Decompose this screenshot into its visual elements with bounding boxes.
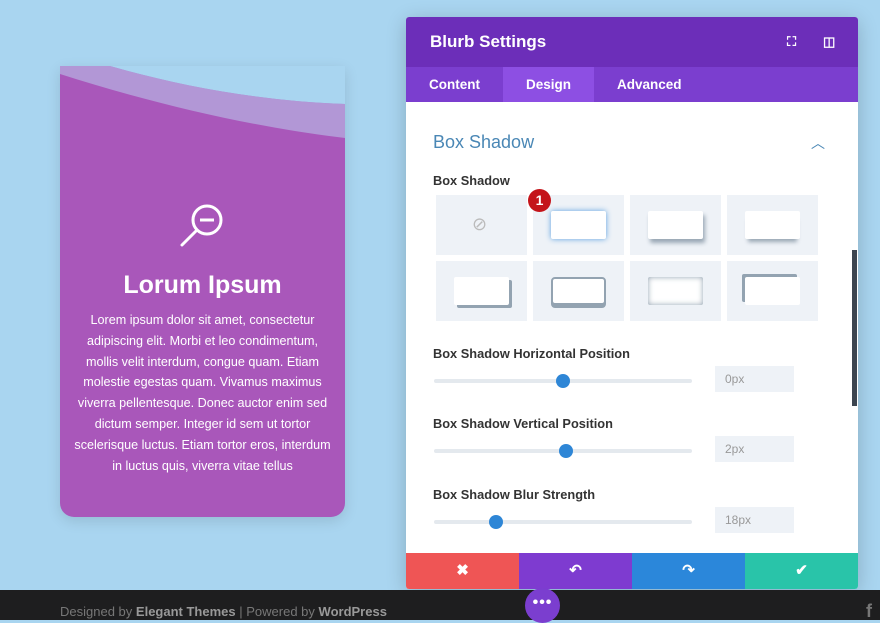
blurb-settings-panel: Blurb Settings ⛶ ◫ Content Design Advanc… bbox=[406, 17, 858, 589]
fullscreen-icon[interactable]: ⛶ bbox=[787, 34, 796, 50]
more-options-button[interactable]: ••• bbox=[525, 588, 560, 623]
vertical-position-slider[interactable] bbox=[434, 444, 692, 458]
zoom-out-icon bbox=[180, 204, 223, 247]
preset-3[interactable] bbox=[727, 195, 818, 255]
horizontal-position-slider[interactable] bbox=[434, 374, 692, 388]
facebook-icon[interactable]: f bbox=[866, 601, 872, 622]
panel-title: Blurb Settings bbox=[430, 32, 547, 51]
footer-text: Powered by bbox=[246, 604, 315, 619]
elegant-themes-link[interactable]: Elegant Themes bbox=[136, 604, 236, 619]
blur-strength-slider[interactable] bbox=[434, 515, 692, 529]
slider-handle[interactable] bbox=[558, 444, 573, 458]
redo-button[interactable]: ↷ bbox=[632, 553, 745, 589]
tab-design[interactable]: Design bbox=[503, 67, 595, 102]
horizontal-position-input[interactable]: 0px bbox=[715, 366, 794, 392]
section-title[interactable]: Box Shadow bbox=[433, 132, 534, 153]
card-title: Lorum Ipsum bbox=[123, 271, 282, 299]
chevron-up-icon[interactable]: ︿ bbox=[811, 133, 825, 153]
preset-5[interactable] bbox=[533, 261, 624, 321]
slider-label: Box Shadow Vertical Position bbox=[433, 416, 613, 431]
save-button[interactable]: ✔ bbox=[745, 553, 858, 589]
blur-strength-input[interactable]: 18px bbox=[715, 507, 794, 533]
site-footer: Designed by Elegant Themes | Powered by … bbox=[0, 590, 880, 620]
step-badge: 1 bbox=[528, 189, 551, 212]
footer-text: Designed by bbox=[60, 604, 133, 619]
sidebar-toggle-icon[interactable]: ◫ bbox=[823, 34, 835, 50]
preset-4[interactable] bbox=[436, 261, 527, 321]
card-body: Lorem ipsum dolor sit amet, consectetur … bbox=[74, 313, 331, 473]
scrollbar[interactable] bbox=[852, 250, 857, 406]
wave-divider bbox=[60, 66, 345, 146]
vertical-position-input[interactable]: 2px bbox=[715, 436, 794, 462]
box-shadow-label: Box Shadow bbox=[433, 173, 510, 188]
tab-advanced[interactable]: Advanced bbox=[594, 67, 705, 102]
preset-none[interactable]: ⊘ bbox=[436, 195, 527, 255]
slider-label: Box Shadow Horizontal Position bbox=[433, 346, 630, 361]
slider-label: Box Shadow Blur Strength bbox=[433, 487, 596, 502]
footer-separator: | bbox=[239, 604, 243, 619]
slider-handle[interactable] bbox=[488, 515, 503, 529]
blurb-card: Lorum Ipsum Lorem ipsum dolor sit amet, … bbox=[60, 66, 345, 517]
preset-7[interactable] bbox=[727, 261, 818, 321]
tab-content[interactable]: Content bbox=[406, 67, 503, 102]
discard-button[interactable]: ✖ bbox=[406, 553, 519, 589]
preset-2[interactable] bbox=[630, 195, 721, 255]
box-shadow-presets: ⊘ bbox=[436, 195, 818, 321]
none-icon: ⊘ bbox=[472, 214, 488, 234]
undo-button[interactable]: ↶ bbox=[519, 553, 632, 589]
wordpress-link[interactable]: WordPress bbox=[319, 604, 387, 619]
preset-6[interactable] bbox=[630, 261, 721, 321]
slider-handle[interactable] bbox=[556, 374, 570, 388]
